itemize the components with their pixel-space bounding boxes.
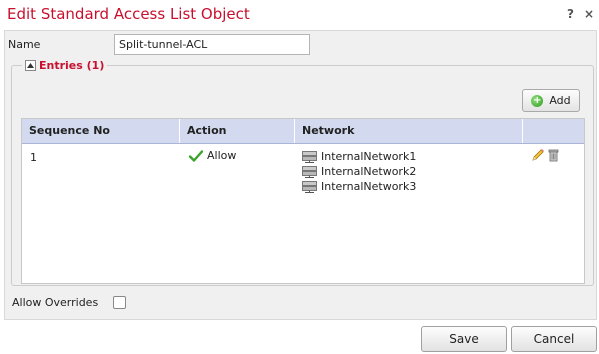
dialog-titlebar: Edit Standard Access List Object ? × bbox=[0, 0, 599, 30]
column-header-action[interactable]: Action bbox=[180, 119, 295, 143]
entries-legend: Entries (1) bbox=[22, 57, 108, 73]
network-list: InternalNetwork1 InternalNetwork2 Intern… bbox=[302, 149, 416, 194]
network-item: InternalNetwork1 bbox=[302, 149, 416, 164]
network-object-icon bbox=[302, 165, 317, 178]
column-header-sequence[interactable]: Sequence No bbox=[22, 119, 180, 143]
help-icon[interactable]: ? bbox=[567, 7, 574, 21]
close-icon[interactable]: × bbox=[584, 7, 594, 21]
cancel-button[interactable]: Cancel bbox=[511, 326, 597, 352]
dialog-title: Edit Standard Access List Object bbox=[7, 5, 250, 23]
edit-pencil-icon[interactable] bbox=[531, 148, 545, 162]
add-button-label: Add bbox=[549, 94, 571, 107]
edit-access-list-dialog: Edit Standard Access List Object ? × Nam… bbox=[0, 0, 599, 354]
network-name: InternalNetwork3 bbox=[321, 180, 417, 193]
network-object-icon bbox=[302, 180, 317, 193]
entries-legend-text: Entries (1) bbox=[39, 58, 105, 72]
action-cell: Allow bbox=[189, 149, 236, 162]
add-entry-button[interactable]: + Add bbox=[522, 89, 580, 112]
network-name: InternalNetwork2 bbox=[321, 165, 417, 178]
check-icon bbox=[189, 149, 203, 162]
sequence-cell: 1 bbox=[30, 151, 37, 164]
column-header-operations bbox=[523, 119, 584, 143]
allow-overrides-label: Allow Overrides bbox=[12, 296, 99, 309]
delete-trash-icon[interactable] bbox=[548, 148, 559, 162]
table-header: Sequence No Action Network bbox=[22, 119, 584, 144]
network-object-icon bbox=[302, 150, 317, 163]
column-header-network[interactable]: Network bbox=[295, 119, 523, 143]
action-label: Allow bbox=[207, 149, 237, 162]
collapse-icon[interactable] bbox=[25, 59, 36, 71]
save-button[interactable]: Save bbox=[421, 326, 507, 352]
network-item: InternalNetwork3 bbox=[302, 179, 416, 194]
add-icon: + bbox=[531, 94, 544, 107]
entries-table: Sequence No Action Network 1 Allow Inter… bbox=[21, 118, 585, 284]
allow-overrides-checkbox[interactable] bbox=[113, 296, 126, 309]
network-item: InternalNetwork2 bbox=[302, 164, 416, 179]
name-input[interactable] bbox=[114, 34, 310, 55]
row-operations bbox=[531, 148, 559, 162]
network-name: InternalNetwork1 bbox=[321, 150, 417, 163]
name-label: Name bbox=[8, 38, 41, 51]
